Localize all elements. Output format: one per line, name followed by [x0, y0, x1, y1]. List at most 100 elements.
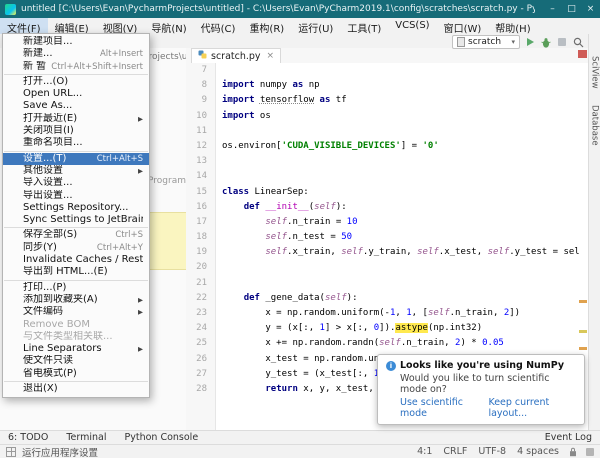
window-title: untitled [C:\Users\Evan\PycharmProjects\… — [21, 4, 535, 14]
maximize-button[interactable]: □ — [562, 0, 581, 18]
run-config-selector[interactable]: scratch ▾ — [452, 35, 520, 49]
tool-window-button-sciview[interactable]: SciView — [590, 56, 600, 89]
stop-button[interactable] — [558, 38, 566, 46]
file-menu-item[interactable]: 其他设置▶ — [3, 165, 149, 177]
search-everywhere-icon[interactable] — [573, 37, 584, 48]
code-text: import numpy as np — [215, 78, 588, 93]
file-menu-item[interactable]: 省电模式(P) — [3, 368, 149, 380]
file-menu-item[interactable]: Invalidate Caches / Restart... — [3, 254, 149, 266]
code-line[interactable]: 18 self.n_test = 50 — [186, 230, 588, 245]
menu-item-label: 其他设置 — [23, 165, 134, 177]
file-menu-item[interactable]: 使文件只读 — [3, 355, 149, 367]
file-menu-item[interactable]: 添加到收藏夹(A)▶ — [3, 294, 149, 306]
line-number: 20 — [186, 260, 215, 275]
menubar-item[interactable]: 编辑(E) — [48, 18, 96, 34]
file-menu-item[interactable]: Line Separators▶ — [3, 343, 149, 355]
file-menu-item[interactable]: 退出(X) — [3, 383, 149, 395]
code-text: self.x_train, self.y_train, self.x_test,… — [215, 245, 588, 260]
status-widget[interactable]: UTF-8 — [478, 446, 506, 457]
menubar-item[interactable]: 导航(N) — [144, 18, 193, 34]
file-menu-item[interactable]: 导出到 HTML...(E) — [3, 266, 149, 278]
tool-window-button[interactable]: Python Console — [125, 432, 199, 443]
menu-item-label: Line Separators — [23, 343, 134, 355]
code-line[interactable]: 20 — [186, 260, 588, 275]
file-menu-item[interactable]: 同步(Y)Ctrl+Alt+Y — [3, 242, 149, 254]
status-widget[interactable]: CRLF — [443, 446, 467, 457]
use-scientific-mode-link[interactable]: Use scientific mode — [400, 397, 479, 419]
menubar-item[interactable]: VCS(S) — [388, 18, 436, 34]
file-menu-item[interactable]: 设置...(T)Ctrl+Alt+S — [3, 153, 149, 165]
code-line[interactable]: 14 — [186, 169, 588, 184]
menu-item-label: 新建... — [23, 48, 95, 60]
menubar-item[interactable]: 文件(F) — [0, 18, 48, 34]
chevron-down-icon: ▾ — [511, 38, 515, 46]
highlighting-level-icon[interactable] — [586, 448, 594, 456]
file-menu-item[interactable]: 新建...Alt+Insert — [3, 48, 149, 60]
file-menu-item[interactable]: 新 暂存文件Ctrl+Alt+Shift+Insert — [3, 61, 149, 73]
run-config-label: scratch — [468, 37, 501, 47]
menubar-item[interactable]: 工具(T) — [340, 18, 388, 34]
submenu-arrow-icon: ▶ — [138, 306, 143, 318]
project-tree-item[interactable]: Program Files (x — [148, 176, 187, 186]
notification-numpy: i Looks like you're using NumPy Would yo… — [377, 354, 585, 425]
file-menu-item[interactable]: Open URL... — [3, 88, 149, 100]
file-menu-item[interactable]: 重命名项目... — [3, 137, 149, 149]
code-line[interactable]: 9import tensorflow as tf — [186, 93, 588, 108]
debug-bug-icon[interactable] — [541, 37, 551, 48]
code-line[interactable]: 13 — [186, 154, 588, 169]
code-line[interactable]: 10import os — [186, 109, 588, 124]
file-menu-item[interactable]: 保存全部(S)Ctrl+S — [3, 229, 149, 241]
file-menu-item[interactable]: 打印...(P) — [3, 282, 149, 294]
close-tab-icon[interactable]: × — [267, 51, 275, 61]
menubar-item[interactable]: 视图(V) — [96, 18, 145, 34]
code-line[interactable]: 12os.environ['CUDA_VISIBLE_DEVICES'] = '… — [186, 139, 588, 154]
menubar-item[interactable]: 帮助(H) — [488, 18, 537, 34]
submenu-arrow-icon: ▶ — [138, 113, 143, 125]
code-line[interactable]: 16 def __init__(self): — [186, 200, 588, 215]
code-line[interactable]: 19 self.x_train, self.y_train, self.x_te… — [186, 245, 588, 260]
file-menu-item[interactable]: 导入设置... — [3, 177, 149, 189]
code-line[interactable]: 24 y = (x[:, 1] > x[:, 0]).astype(np.int… — [186, 321, 588, 336]
tool-window-button-database[interactable]: Database — [590, 105, 600, 146]
weak-warning-stripe-mark — [579, 330, 587, 333]
file-menu-item[interactable]: 打开...(O) — [3, 76, 149, 88]
file-menu-item[interactable]: 新建项目... — [3, 36, 149, 48]
status-widget[interactable]: 4 spaces — [517, 446, 559, 457]
tool-window-button[interactable]: Event Log — [545, 432, 592, 443]
code-line[interactable]: 15class LinearSep: — [186, 185, 588, 200]
file-menu-item[interactable]: 文件编码▶ — [3, 306, 149, 318]
tool-window-switcher-icon[interactable] — [6, 447, 16, 457]
code-line[interactable]: 8import numpy as np — [186, 78, 588, 93]
menubar-item[interactable]: 窗口(W) — [437, 18, 489, 34]
tab-scratch-py[interactable]: scratch.py × — [191, 48, 281, 64]
close-button[interactable]: × — [581, 0, 600, 18]
code-line[interactable]: 22 def _gene_data(self): — [186, 291, 588, 306]
code-text — [215, 154, 588, 169]
line-number: 27 — [186, 367, 215, 382]
code-line[interactable]: 25 x += np.random.randn(self.n_train, 2)… — [186, 336, 588, 351]
tool-window-button[interactable]: Terminal — [66, 432, 106, 443]
file-menu-item[interactable]: 打开最近(E)▶ — [3, 113, 149, 125]
file-menu-item[interactable]: 导出设置... — [3, 190, 149, 202]
file-menu-item[interactable]: Save As... — [3, 100, 149, 112]
keep-current-layout-link[interactable]: Keep current layout... — [488, 397, 576, 419]
code-line[interactable]: 7 — [186, 63, 588, 78]
code-text — [215, 276, 588, 291]
code-line[interactable]: 17 self.n_train = 10 — [186, 215, 588, 230]
status-widget[interactable]: 4:1 — [417, 446, 432, 457]
file-menu-item[interactable]: Settings Repository... — [3, 202, 149, 214]
menubar-item[interactable]: 运行(U) — [291, 18, 340, 34]
code-line[interactable]: 11 — [186, 124, 588, 139]
menu-item-label: Open URL... — [23, 88, 143, 100]
code-line[interactable]: 21 — [186, 276, 588, 291]
menubar-item[interactable]: 重构(R) — [242, 18, 291, 34]
minimize-button[interactable]: – — [543, 0, 562, 18]
file-menu-item[interactable]: Sync Settings to JetBrains Account... — [3, 214, 149, 226]
tool-window-button[interactable]: 6: TODO — [8, 432, 48, 443]
code-line[interactable]: 23 x = np.random.uniform(-1, 1, [self.n_… — [186, 306, 588, 321]
run-button[interactable] — [527, 38, 534, 46]
code-text — [215, 260, 588, 275]
lock-icon[interactable] — [569, 447, 577, 457]
file-menu-item[interactable]: 关闭项目(I) — [3, 125, 149, 137]
menubar-item[interactable]: 代码(C) — [194, 18, 243, 34]
